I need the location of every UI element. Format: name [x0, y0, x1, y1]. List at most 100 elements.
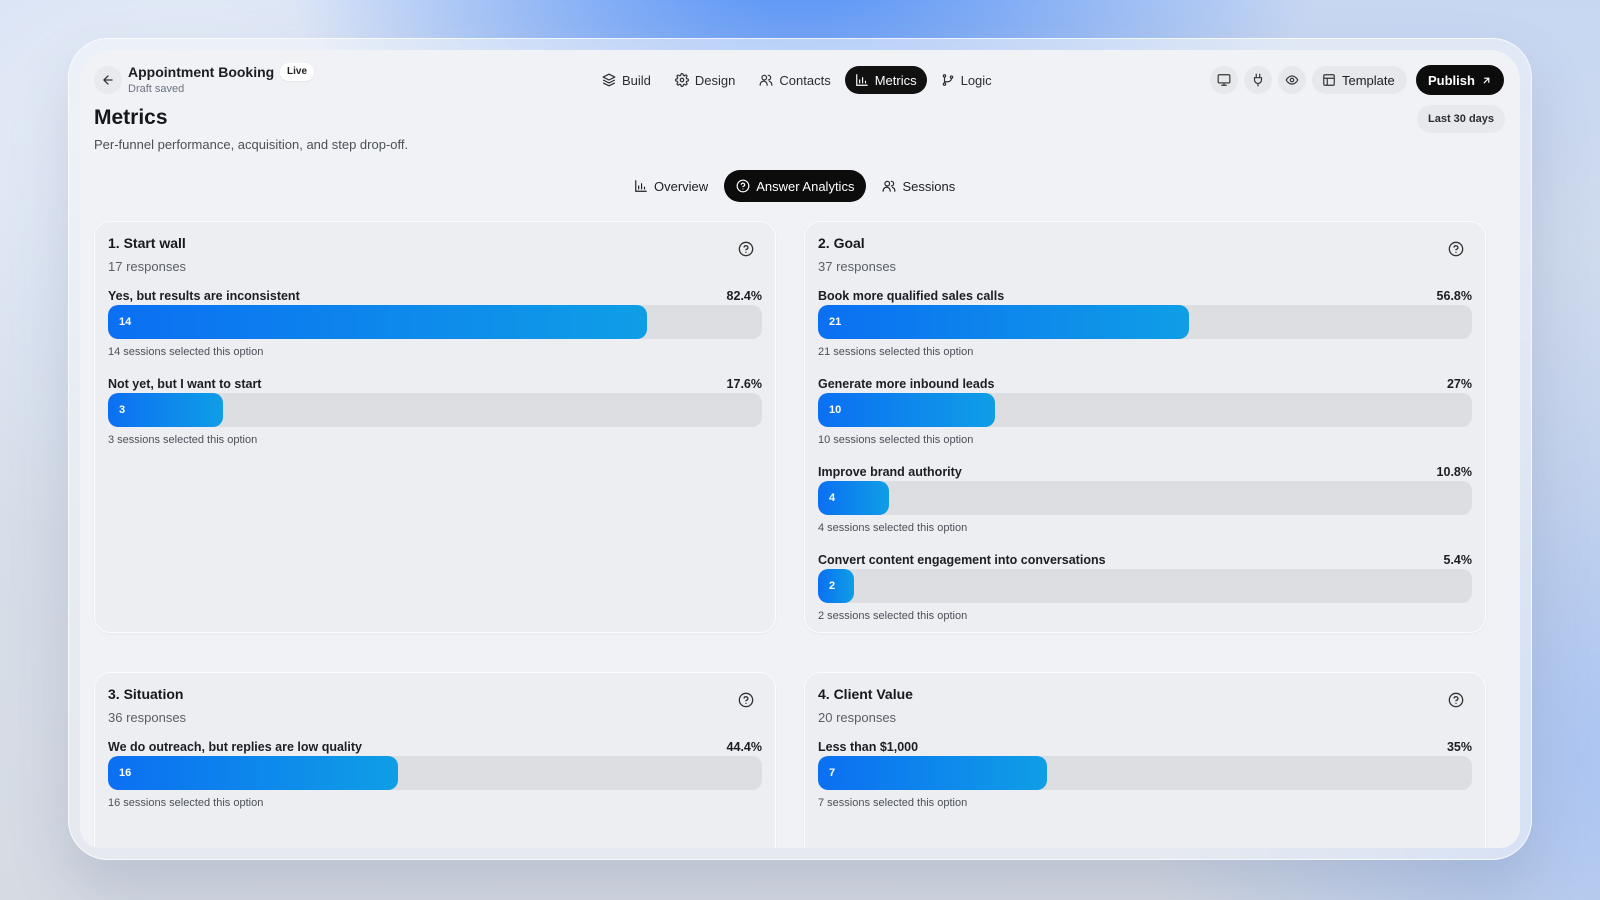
card-title: 2. Goal [818, 235, 865, 251]
funnel-title[interactable]: Appointment Booking [128, 64, 274, 80]
progress-fill: 21 [818, 305, 1189, 339]
answer-option: Convert content engagement into conversa… [818, 553, 1472, 641]
main-nav: Build Design Contacts Metrics Logic [592, 66, 1002, 94]
answer-option: Generate more inbound leads 27% 10 10 sessi… [818, 377, 1472, 465]
status-badge: Live [280, 63, 315, 81]
nav-logic-label: Logic [960, 72, 992, 88]
option-count: 16 [119, 767, 132, 779]
answer-option: Improve brand authority 10.8% 4 4 sessions … [818, 465, 1472, 553]
option-count: 7 [829, 767, 836, 779]
arrow-left-icon [103, 75, 113, 85]
option-sessions-note: 7 sessions selected this option [818, 797, 968, 809]
tab-overview[interactable]: Overview [622, 170, 720, 202]
template-icon [1323, 74, 1335, 86]
tab-overview-label: Overview [654, 178, 709, 194]
help-circle-icon[interactable] [738, 692, 754, 708]
tab-sessions[interactable]: Sessions [870, 170, 967, 202]
bar-chart-icon [635, 180, 647, 192]
card-title: 3. Situation [108, 686, 184, 702]
card-title: 4. Client Value [818, 686, 913, 702]
option-label: Generate more inbound leads [818, 377, 995, 391]
option-label: Improve brand authority [818, 465, 962, 479]
option-count: 3 [119, 404, 126, 416]
integrations-button[interactable] [1244, 66, 1272, 94]
help-circle-icon [736, 179, 750, 193]
answer-option: Yes, but results are inconsistent 82.4% 14… [108, 289, 762, 377]
option-percent: 35% [1446, 740, 1472, 754]
option-percent: 82.4% [726, 289, 762, 303]
progress-track: 2 [818, 569, 1472, 603]
page-title: Metrics [94, 106, 168, 129]
option-percent: 10.8% [1436, 465, 1472, 479]
option-count: 21 [829, 316, 842, 328]
option-percent: 5.4% [1443, 553, 1473, 567]
help-circle-icon[interactable] [738, 241, 754, 257]
analytics-tabs: Overview Answer Analytics Sessions [622, 170, 967, 202]
answer-option: We do outreach, but replies are low qual… [108, 740, 762, 828]
progress-track: 21 [818, 305, 1472, 339]
option-label: Not yet, but I want to start [108, 377, 262, 391]
template-label: Template [1342, 72, 1395, 88]
option-sessions-note: 4 sessions selected this option [818, 522, 968, 534]
option-list: We do outreach, but replies are low qual… [108, 740, 762, 828]
option-list: Yes, but results are inconsistent 82.4% 14… [108, 289, 762, 465]
back-button[interactable] [94, 66, 122, 94]
option-list: Less than $1,000 35% 7 7 sessions selected … [818, 740, 1472, 828]
progress-fill: 3 [108, 393, 223, 427]
option-sessions-note: 14 sessions selected this option [108, 346, 264, 358]
option-sessions-note: 16 sessions selected this option [108, 797, 264, 809]
progress-fill: 4 [818, 481, 889, 515]
progress-fill: 2 [818, 569, 854, 603]
progress-track: 10 [818, 393, 1472, 427]
tab-sessions-label: Sessions [902, 178, 956, 194]
option-percent: 27% [1446, 377, 1472, 391]
progress-fill: 10 [818, 393, 995, 427]
response-count: 20 responses [818, 710, 897, 725]
nav-build-label: Build [622, 72, 651, 88]
gear-icon [674, 73, 689, 87]
tab-answer-analytics[interactable]: Answer Analytics [724, 170, 867, 202]
response-count: 36 responses [108, 710, 187, 725]
nav-design-label: Design [694, 72, 736, 88]
option-label: Book more qualified sales calls [818, 289, 1005, 303]
help-circle-icon[interactable] [1448, 692, 1464, 708]
question-card: 3. Situation 36 responses We do outreach… [94, 672, 776, 848]
option-sessions-note: 2 sessions selected this option [818, 610, 968, 622]
option-label: Convert content engagement into conversa… [818, 553, 1106, 567]
app-window: Appointment Booking Live Draft saved Bui… [80, 50, 1520, 848]
option-sessions-note: 10 sessions selected this option [818, 434, 974, 446]
progress-track: 3 [108, 393, 762, 427]
nav-build[interactable]: Build [592, 66, 661, 94]
response-count: 37 responses [818, 259, 897, 274]
help-circle-icon[interactable] [1448, 241, 1464, 257]
progress-track: 4 [818, 481, 1472, 515]
option-count: 10 [829, 404, 842, 416]
publish-button[interactable]: Publish [1416, 65, 1504, 95]
template-button[interactable]: Template [1312, 66, 1407, 94]
nav-contacts[interactable]: Contacts [749, 66, 840, 94]
device-preview-button[interactable] [1210, 66, 1238, 94]
nav-logic[interactable]: Logic [931, 66, 1002, 94]
nav-metrics-label: Metrics [874, 72, 917, 88]
publish-label: Publish [1428, 72, 1475, 88]
option-percent: 56.8% [1436, 289, 1472, 303]
answer-option: Book more qualified sales calls 56.8% 21 21… [818, 289, 1472, 377]
progress-track: 7 [818, 756, 1472, 790]
option-label: We do outreach, but replies are low qual… [108, 740, 362, 754]
preview-button[interactable] [1278, 66, 1306, 94]
nav-design[interactable]: Design [665, 66, 745, 94]
progress-fill: 14 [108, 305, 647, 339]
date-range-button[interactable]: Last 30 days [1417, 105, 1506, 133]
question-card: 4. Client Value 20 responses Less than $… [804, 672, 1486, 848]
progress-track: 14 [108, 305, 762, 339]
option-percent: 17.6% [726, 377, 762, 391]
arrow-up-right-icon [1483, 77, 1490, 83]
option-sessions-note: 3 sessions selected this option [108, 434, 258, 446]
bar-chart-icon [855, 74, 868, 86]
option-count: 14 [119, 316, 132, 328]
nav-metrics[interactable]: Metrics [844, 66, 927, 94]
desktop-icon [1217, 74, 1231, 86]
response-count: 17 responses [108, 259, 187, 274]
page-subtitle: Per-funnel performance, acquisition, and… [94, 137, 409, 152]
tab-answer-analytics-label: Answer Analytics [756, 178, 855, 194]
